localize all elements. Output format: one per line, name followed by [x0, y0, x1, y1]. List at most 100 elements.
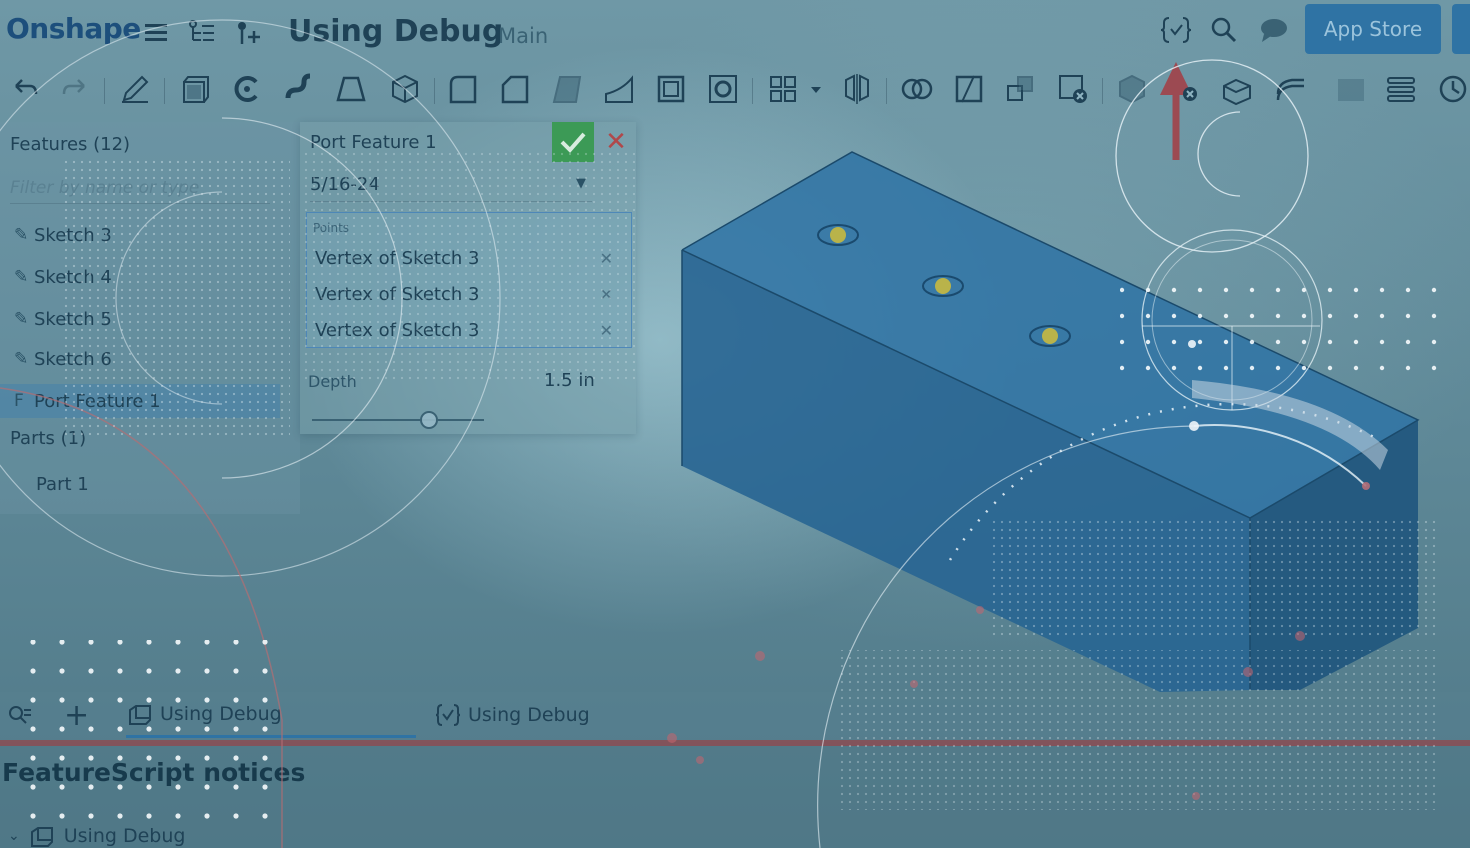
chevron-down-icon: ▼ [576, 176, 586, 191]
feature-list-title: Features (12) [10, 134, 131, 155]
points-selection-box[interactable]: Points Vertex of Sketch 3 ✕ Vertex of Sk… [306, 212, 632, 348]
feature-label: Sketch 3 [34, 224, 112, 246]
sketch-icon: ✎ [14, 309, 29, 329]
hole-icon[interactable] [706, 72, 740, 106]
thread-size-value: 5/16-24 [310, 174, 380, 195]
insert-icon[interactable] [234, 18, 262, 46]
chamfer-icon[interactable] [498, 72, 532, 106]
featurescript-notices-panel: FeatureScript notices ⌄ Using Debug [0, 746, 1470, 848]
tab-part-studio[interactable]: Using Debug [126, 692, 416, 738]
dialog-title: Port Feature 1 [310, 132, 437, 153]
pattern-icon[interactable] [766, 72, 800, 106]
point-label: Vertex of Sketch 3 [315, 283, 480, 305]
sketch-icon: ✎ [14, 267, 29, 287]
feature-list-panel: Features (12) Filter by name or type ✎ S… [0, 122, 300, 514]
remove-icon[interactable] [1170, 72, 1204, 106]
branch-name[interactable]: Main [498, 24, 548, 48]
point-label: Vertex of Sketch 3 [315, 319, 480, 341]
undo-icon[interactable] [8, 72, 42, 106]
boolean-icon[interactable] [900, 72, 934, 106]
thicken-icon[interactable] [388, 72, 422, 106]
search-icon[interactable] [1210, 16, 1238, 44]
revolve-icon[interactable] [230, 72, 264, 106]
tab-label: Using Debug [160, 702, 282, 725]
depth-slider-track[interactable] [312, 419, 484, 421]
points-label: Points [313, 221, 350, 235]
notice-label: Using Debug [63, 825, 186, 847]
loft-icon[interactable] [334, 72, 368, 106]
feature-item-port-feature-1[interactable]: F Port Feature 1 [0, 384, 280, 418]
add-tab-button[interactable]: + [64, 692, 94, 738]
remove-icon[interactable]: ✕ [600, 249, 613, 268]
tab-label: Using Debug [468, 704, 590, 726]
depth-input[interactable]: 1.5 in [544, 370, 595, 391]
feature-label: Port Feature 1 [34, 390, 161, 412]
port-feature-dialog: Port Feature 1 ✕ 5/16-24 ▼ Points Vertex… [300, 122, 636, 434]
chat-icon[interactable] [1258, 16, 1290, 44]
sketch-icon: ✎ [14, 349, 29, 369]
top-bar: Onshape Using Debug Main App Store [0, 0, 1470, 62]
feature-label: Sketch 6 [34, 348, 112, 370]
chevron-down-icon[interactable]: ⌄ [8, 828, 20, 844]
draft-icon[interactable] [550, 72, 584, 106]
part-studio-icon [30, 827, 53, 847]
thread-size-select[interactable]: 5/16-24 ▼ [310, 170, 592, 202]
delete-face-icon[interactable] [1116, 72, 1150, 106]
point-selection-item[interactable]: Vertex of Sketch 3 ✕ [315, 279, 625, 309]
transform-icon[interactable] [1004, 72, 1038, 106]
parts-title[interactable]: Parts (1) [10, 428, 86, 449]
confirm-button[interactable] [552, 122, 594, 162]
remove-icon[interactable]: ✕ [600, 285, 613, 304]
mirror-icon[interactable] [840, 72, 874, 106]
feature-list-icon[interactable] [188, 18, 216, 46]
remove-icon[interactable]: ✕ [600, 321, 613, 340]
featurescript-icon[interactable] [1160, 14, 1192, 46]
search-icon [9, 706, 31, 724]
depth-label: Depth [308, 372, 357, 391]
tab-search-icon[interactable] [6, 692, 40, 738]
chevron-down-icon[interactable] [806, 72, 826, 106]
part-item[interactable]: Part 1 [36, 474, 89, 495]
plane-icon[interactable] [1334, 72, 1368, 106]
sketch-icon[interactable] [118, 72, 152, 106]
split-icon[interactable] [952, 72, 986, 106]
feature-label: Sketch 5 [34, 308, 112, 330]
variable-icon[interactable] [1384, 72, 1418, 106]
history-icon[interactable] [1436, 72, 1470, 106]
depth-slider-thumb[interactable] [420, 411, 438, 429]
extrude-icon[interactable] [178, 72, 212, 106]
shell-icon[interactable] [654, 72, 688, 106]
sketch-icon: ✎ [14, 225, 29, 245]
feature-label: Sketch 4 [34, 266, 112, 288]
close-icon: ✕ [605, 127, 627, 157]
feature-item-sketch-3[interactable]: ✎ Sketch 3 [0, 218, 280, 252]
feature-item-sketch-5[interactable]: ✎ Sketch 5 [0, 302, 280, 336]
tab-bar: + Using Debug Using Debug [0, 692, 1470, 742]
tab-featurescript[interactable]: Using Debug [434, 692, 724, 738]
cancel-button[interactable]: ✕ [600, 126, 632, 158]
part-studio-icon [129, 704, 151, 725]
plus-icon: + [64, 697, 90, 733]
app-store-button[interactable]: App Store [1305, 4, 1441, 54]
menu-icon[interactable] [142, 18, 170, 46]
fillet-icon[interactable] [446, 72, 480, 106]
feature-item-sketch-4[interactable]: ✎ Sketch 4 [0, 260, 280, 294]
notices-title: FeatureScript notices [2, 758, 306, 787]
notice-item[interactable]: ⌄ Using Debug [8, 822, 185, 848]
checkmark-icon [560, 132, 586, 153]
feature-filter-input[interactable]: Filter by name or type [10, 172, 270, 204]
sheet-metal-icon[interactable] [1220, 72, 1254, 106]
custom-feature-icon: F [14, 391, 24, 411]
sweep-icon[interactable] [282, 72, 316, 106]
point-selection-item[interactable]: Vertex of Sketch 3 ✕ [315, 315, 625, 345]
onshape-logo[interactable]: Onshape [6, 12, 141, 45]
flange-icon[interactable] [1274, 72, 1308, 106]
feature-item-sketch-6[interactable]: ✎ Sketch 6 [0, 342, 280, 376]
document-title[interactable]: Using Debug [288, 14, 503, 49]
redo-icon[interactable] [58, 72, 92, 106]
feature-toolbar [0, 66, 1470, 114]
delete-part-icon[interactable] [1056, 72, 1090, 106]
account-button[interactable] [1452, 4, 1470, 54]
point-selection-item[interactable]: Vertex of Sketch 3 ✕ [315, 243, 625, 273]
rib-icon[interactable] [602, 72, 636, 106]
